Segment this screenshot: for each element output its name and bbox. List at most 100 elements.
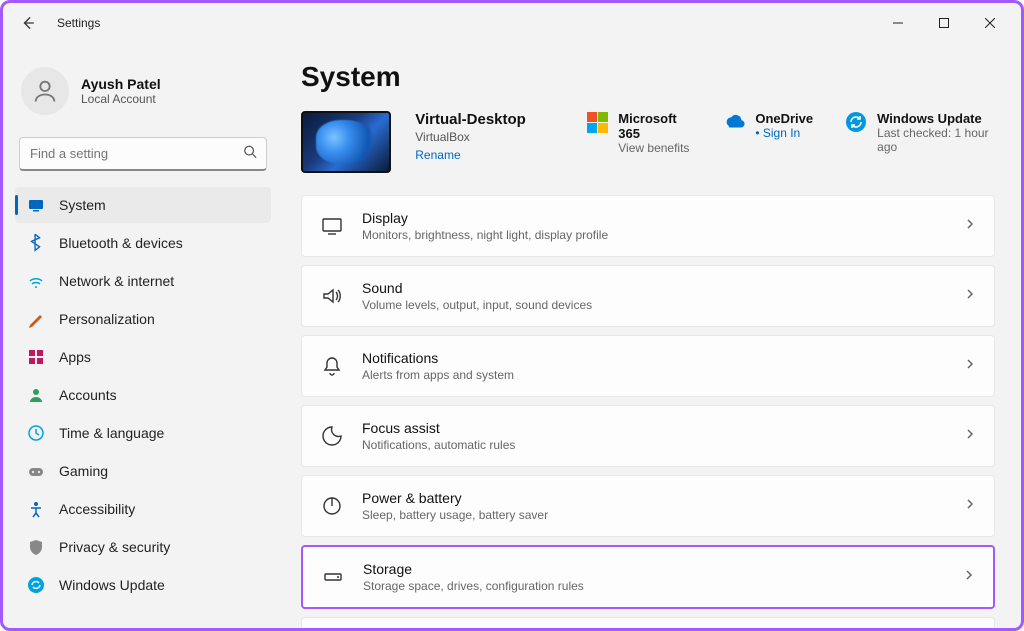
setting-sub: Notifications, automatic rules [362,438,946,452]
setting-notifications[interactable]: Notifications Alerts from apps and system [301,335,995,397]
onedrive-icon [723,111,745,133]
device-name: Virtual-Desktop [415,111,555,128]
nav-item-accounts[interactable]: Accounts [15,377,271,413]
nav-label: Network & internet [59,273,174,289]
back-arrow-icon [21,16,35,30]
setting-storage[interactable]: Storage Storage space, drives, configurat… [301,545,995,609]
profile-name: Ayush Patel [81,76,161,92]
setting-sound[interactable]: Sound Volume levels, output, input, sound… [301,265,995,327]
hero-sub: Last checked: 1 hour ago [877,126,995,154]
nav-label: Accessibility [59,501,135,517]
rename-link[interactable]: Rename [415,148,460,162]
close-button[interactable] [967,7,1013,39]
setting-power-battery[interactable]: Power & battery Sleep, battery usage, bat… [301,475,995,537]
hero-tile-ms365[interactable]: Microsoft 365 View benefits [587,111,691,155]
hero-sub: View benefits [618,141,691,155]
apps-icon [27,348,45,366]
setting-display[interactable]: Display Monitors, brightness, night light… [301,195,995,257]
avatar [21,67,69,115]
nav-item-gaming[interactable]: Gaming [15,453,271,489]
nav-label: Privacy & security [59,539,170,555]
privacy-icon [27,538,45,556]
hero-tile-onedrive[interactable]: OneDrive • Sign In [723,111,813,140]
main-content: System Virtual-Desktop VirtualBox Rename… [283,43,1021,628]
nav-label: Time & language [59,425,164,441]
nav-item-privacy-security[interactable]: Privacy & security [15,529,271,565]
network-icon [27,272,45,290]
nav-item-apps[interactable]: Apps [15,339,271,375]
nav: System Bluetooth & devices Network & inter… [15,187,271,603]
personalization-icon [27,310,45,328]
nav-item-accessibility[interactable]: Accessibility [15,491,271,527]
nav-item-windows-update[interactable]: Windows Update [15,567,271,603]
setting-focus-assist[interactable]: Focus assist Notifications, automatic rul… [301,405,995,467]
hero-row: Virtual-Desktop VirtualBox Rename Micros… [301,111,995,173]
settings-list: Display Monitors, brightness, night light… [301,195,995,628]
profile-sub: Local Account [81,92,161,106]
setting-sub: Sleep, battery usage, battery saver [362,508,946,522]
nav-label: System [59,197,106,213]
titlebar: Settings [3,3,1021,43]
device-sub: VirtualBox [415,130,555,144]
settings-window: Settings Ayush Patel Local Account [0,0,1024,631]
sound-icon [320,284,344,308]
ms365-icon [587,111,608,133]
setting-multitasking[interactable]: Multitasking [301,617,995,628]
accessibility-icon [27,500,45,518]
setting-sub: Monitors, brightness, night light, displ… [362,228,946,242]
sidebar: Ayush Patel Local Account System Bluetoot… [3,43,283,628]
setting-sub: Volume levels, output, input, sound devi… [362,298,946,312]
signin-link[interactable]: Sign In [763,126,800,140]
hero-title: Windows Update [877,111,995,126]
hero-title: Microsoft 365 [618,111,691,141]
nav-item-network-internet[interactable]: Network & internet [15,263,271,299]
window-title: Settings [57,16,100,30]
search-icon [243,145,257,164]
back-button[interactable] [11,6,45,40]
notifications-icon [320,354,344,378]
setting-title: Display [362,210,946,226]
nav-item-system[interactable]: System [15,187,271,223]
device-info: Virtual-Desktop VirtualBox Rename [415,111,555,164]
gaming-icon [27,462,45,480]
search-input[interactable] [19,137,267,171]
display-icon [320,214,344,238]
chevron-right-icon [964,357,976,375]
setting-title: Notifications [362,350,946,366]
accounts-icon [27,386,45,404]
storage-icon [321,565,345,589]
power-icon [320,494,344,518]
search-box [19,137,267,171]
chevron-right-icon [964,217,976,235]
minimize-button[interactable] [875,7,921,39]
hero-tile-update[interactable]: Windows Update Last checked: 1 hour ago [845,111,995,154]
setting-sub: Storage space, drives, configuration rul… [363,579,945,593]
setting-sub: Alerts from apps and system [362,368,946,382]
setting-title: Storage [363,561,945,577]
nav-label: Apps [59,349,91,365]
profile-block[interactable]: Ayush Patel Local Account [15,61,271,133]
hero-title: OneDrive [755,111,813,126]
maximize-button[interactable] [921,7,967,39]
focus-icon [320,424,344,448]
nav-label: Personalization [59,311,155,327]
setting-title: Focus assist [362,420,946,436]
setting-title: Power & battery [362,490,946,506]
nav-item-time-language[interactable]: Time & language [15,415,271,451]
chevron-right-icon [963,568,975,586]
nav-item-personalization[interactable]: Personalization [15,301,271,337]
nav-label: Windows Update [59,577,165,593]
chevron-right-icon [964,497,976,515]
nav-item-bluetooth-devices[interactable]: Bluetooth & devices [15,225,271,261]
nav-label: Bluetooth & devices [59,235,183,251]
system-icon [27,196,45,214]
update-sync-icon [845,111,867,133]
person-icon [31,77,59,105]
chevron-right-icon [964,427,976,445]
nav-label: Gaming [59,463,108,479]
window-controls [875,7,1013,39]
setting-title: Sound [362,280,946,296]
update-icon [27,576,45,594]
bluetooth-icon [27,234,45,252]
chevron-right-icon [964,287,976,305]
